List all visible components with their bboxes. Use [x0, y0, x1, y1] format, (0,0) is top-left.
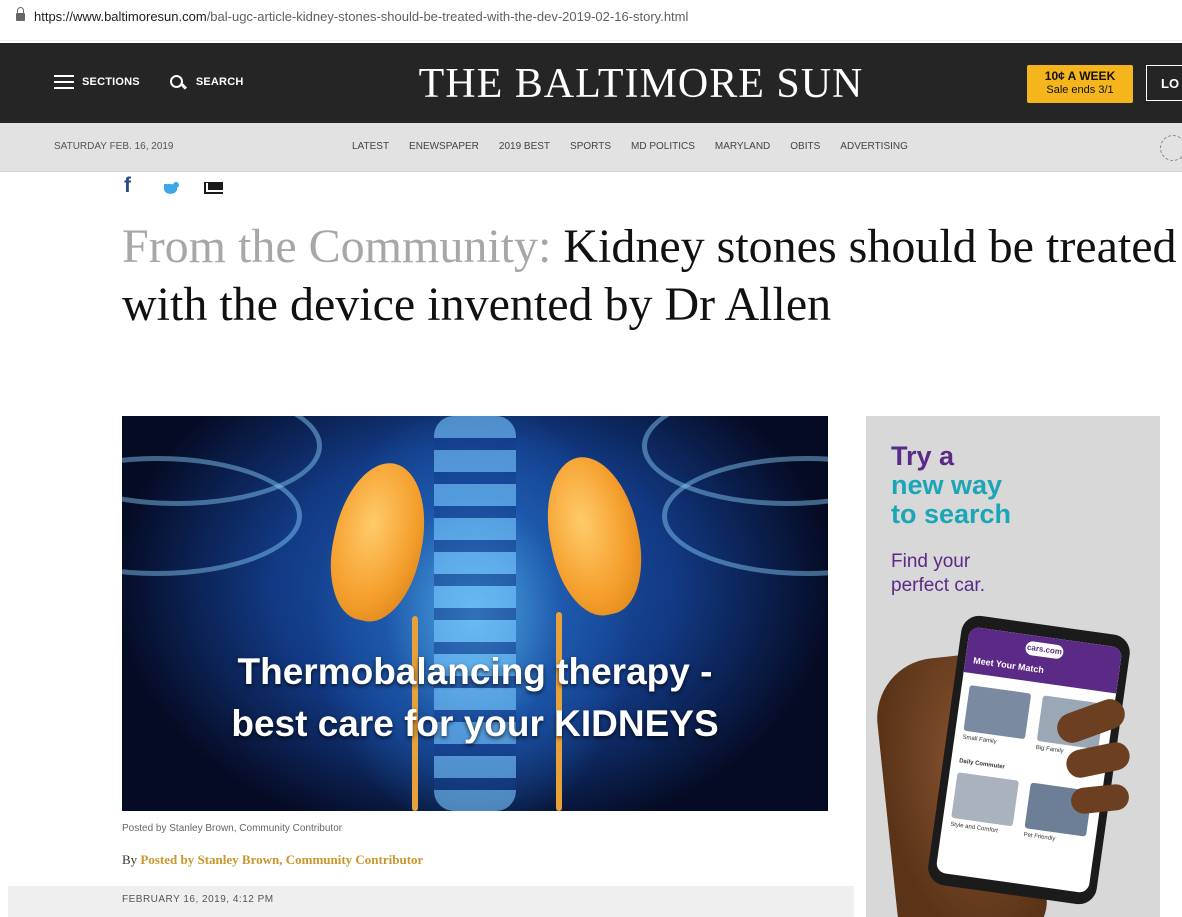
spine-graphic [434, 416, 516, 811]
nav-link-sports[interactable]: SPORTS [570, 141, 611, 152]
card-label-big-family: Big Family [1035, 744, 1064, 755]
advertisement[interactable]: Try a new way to search Find your perfec… [866, 416, 1160, 917]
car-card [951, 772, 1020, 827]
nav-link-obits[interactable]: OBITS [790, 141, 820, 152]
ad-line-1: Try a [891, 441, 955, 471]
url-host: https://www.baltimoresun.com [34, 9, 207, 24]
nav-links: LATEST ENEWSPAPER 2019 BEST SPORTS MD PO… [352, 141, 928, 152]
login-button[interactable]: LO [1146, 65, 1182, 101]
nav-link-advertising[interactable]: ADVERTISING [840, 141, 908, 152]
url-path: /bal-ugc-article-kidney-stones-should-be… [206, 9, 689, 24]
nav-date: SATURDAY FEB. 16, 2019 [54, 141, 174, 152]
article-hero-image[interactable]: Thermobalancing therapy - best care for … [122, 416, 828, 811]
ad-line-2: new way [891, 470, 1003, 500]
ad-headline: Try a new way to search [891, 442, 1011, 529]
ad-line-3: to search [891, 499, 1012, 529]
left-kidney-graphic [318, 454, 438, 630]
email-icon[interactable] [204, 182, 223, 194]
car-card [963, 685, 1032, 740]
share-bar [124, 174, 223, 198]
card-label-daily-commuter: Daily Commuter [958, 758, 1006, 771]
site-logo[interactable]: THE BALTIMORE SUN [0, 60, 1182, 108]
nav-link-maryland[interactable]: MARYLAND [715, 141, 770, 152]
headline-kicker: From the Community: [122, 220, 552, 273]
byline: By Posted by Stanley Brown, Community Co… [122, 852, 423, 868]
hero-caption-line-1: Thermobalancing therapy - [237, 651, 713, 692]
byline-prefix: By [122, 852, 138, 867]
right-kidney-graphic [534, 448, 654, 624]
section-nav: SATURDAY FEB. 16, 2019 LATEST ENEWSPAPER… [0, 123, 1182, 172]
image-credit: Posted by Stanley Brown, Community Contr… [122, 823, 343, 834]
article-dateline: FEBRUARY 16, 2019, 4:12 PM [122, 894, 274, 905]
weather-icon[interactable] [1160, 135, 1182, 161]
hero-caption-line-2: best care for your KIDNEYS [231, 703, 719, 744]
browser-url-bar[interactable]: https://www.baltimoresun.com/bal-ugc-art… [0, 0, 1182, 41]
card-label-style-comfort: Style and Comfort [949, 821, 999, 835]
ad-sub-line-1: Find your [891, 551, 971, 572]
byline-author-link[interactable]: Posted by Stanley Brown, Community Contr… [140, 852, 423, 867]
promo-price: 10¢ A WEEK [1044, 69, 1116, 83]
twitter-icon[interactable] [162, 180, 180, 196]
ad-subtext: Find your perfect car. [891, 550, 985, 598]
subscribe-promo-button[interactable]: 10¢ A WEEK Sale ends 3/1 [1027, 65, 1133, 103]
ad-sub-line-2: perfect car. [891, 575, 985, 596]
promo-sale-note: Sale ends 3/1 [1046, 84, 1114, 96]
nav-link-2019-best[interactable]: 2019 BEST [499, 141, 550, 152]
hero-image-caption: Thermobalancing therapy - best care for … [122, 646, 828, 750]
facebook-icon[interactable] [124, 174, 134, 198]
article-headline: From the Community: Kidney stones should… [122, 218, 1182, 334]
masthead: SECTIONS SEARCH THE BALTIMORE SUN 10¢ A … [0, 43, 1182, 123]
url-text[interactable]: https://www.baltimoresun.com/bal-ugc-art… [34, 9, 688, 24]
finger-graphic [1069, 783, 1131, 815]
card-label-pet-friendly: Pet Friendly [1023, 831, 1056, 843]
lock-icon [16, 7, 25, 21]
nav-link-md-politics[interactable]: MD POLITICS [631, 141, 695, 152]
card-label-small-family: Small Family [962, 734, 997, 746]
nav-link-latest[interactable]: LATEST [352, 141, 389, 152]
nav-link-enewspaper[interactable]: ENEWSPAPER [409, 141, 479, 152]
